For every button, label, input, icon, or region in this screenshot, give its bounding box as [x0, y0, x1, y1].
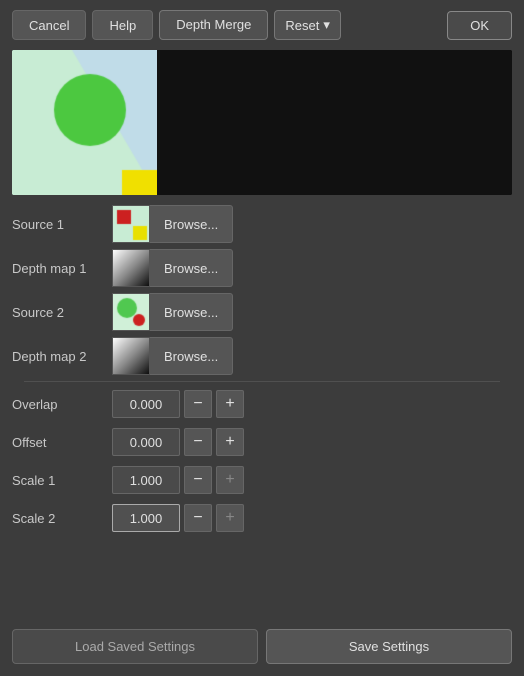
help-button[interactable]: Help [92, 10, 153, 40]
source1-row: Source 1 Browse... [12, 203, 512, 245]
depthmap1-label: Depth map 1 [12, 261, 112, 276]
offset-plus-button[interactable]: + [216, 428, 244, 456]
source2-browse-button[interactable]: Browse... [150, 293, 233, 331]
source1-label: Source 1 [12, 217, 112, 232]
depthmap1-thumbnail [112, 249, 150, 287]
scale2-plus-button[interactable]: + [216, 504, 244, 532]
scale2-input[interactable] [112, 504, 180, 532]
source1-browse-button[interactable]: Browse... [150, 205, 233, 243]
offset-label: Offset [12, 435, 112, 450]
offset-minus-button[interactable]: − [184, 428, 212, 456]
scale1-input[interactable] [112, 466, 180, 494]
depthmap2-thumb-canvas [113, 338, 150, 375]
offset-row: Offset − + [12, 424, 512, 460]
scale1-plus-button[interactable]: + [216, 466, 244, 494]
source1-thumb-canvas [113, 206, 150, 243]
depthmap1-row: Depth map 1 Browse... [12, 247, 512, 289]
depthmap2-row: Depth map 2 Browse... [12, 335, 512, 377]
scale1-row: Scale 1 − + [12, 462, 512, 498]
depthmap1-thumb-canvas [113, 250, 150, 287]
scale1-label: Scale 1 [12, 473, 112, 488]
ok-button[interactable]: OK [447, 11, 512, 40]
overlap-plus-button[interactable]: + [216, 390, 244, 418]
overlap-label: Overlap [12, 397, 112, 412]
toolbar-left: Cancel Help Depth Merge Reset ▾ [12, 10, 341, 40]
source2-label: Source 2 [12, 305, 112, 320]
load-settings-button[interactable]: Load Saved Settings [12, 629, 258, 664]
source2-row: Source 2 Browse... [12, 291, 512, 333]
depthmap1-browse-button[interactable]: Browse... [150, 249, 233, 287]
controls-panel: Source 1 Browse... Depth map 1 Browse...… [0, 203, 524, 536]
scale2-label: Scale 2 [12, 511, 112, 526]
overlap-minus-button[interactable]: − [184, 390, 212, 418]
preview-black [157, 50, 512, 195]
preview-image [12, 50, 157, 195]
scale1-minus-button[interactable]: − [184, 466, 212, 494]
reset-button[interactable]: Reset ▾ [274, 10, 341, 40]
depthmap2-label: Depth map 2 [12, 349, 112, 364]
depthmap2-thumbnail [112, 337, 150, 375]
source1-browse-group: Browse... [112, 205, 233, 243]
depthmap2-browse-group: Browse... [112, 337, 233, 375]
cancel-button[interactable]: Cancel [12, 10, 86, 40]
offset-input[interactable] [112, 428, 180, 456]
depthmap2-browse-button[interactable]: Browse... [150, 337, 233, 375]
toolbar: Cancel Help Depth Merge Reset ▾ OK [0, 0, 524, 50]
preview-canvas [12, 50, 157, 195]
depthmap1-browse-group: Browse... [112, 249, 233, 287]
scale2-minus-button[interactable]: − [184, 504, 212, 532]
save-settings-button[interactable]: Save Settings [266, 629, 512, 664]
overlap-input[interactable] [112, 390, 180, 418]
source1-thumbnail [112, 205, 150, 243]
title-label: Depth Merge [159, 10, 268, 40]
bottom-bar: Load Saved Settings Save Settings [0, 617, 524, 676]
divider1 [24, 381, 500, 382]
source2-thumb-canvas [113, 294, 150, 331]
overlap-row: Overlap − + [12, 386, 512, 422]
source2-browse-group: Browse... [112, 293, 233, 331]
source2-thumbnail [112, 293, 150, 331]
reset-label: Reset [285, 18, 319, 33]
preview-area [12, 50, 512, 195]
scale2-row: Scale 2 − + [12, 500, 512, 536]
chevron-down-icon: ▾ [323, 17, 330, 33]
